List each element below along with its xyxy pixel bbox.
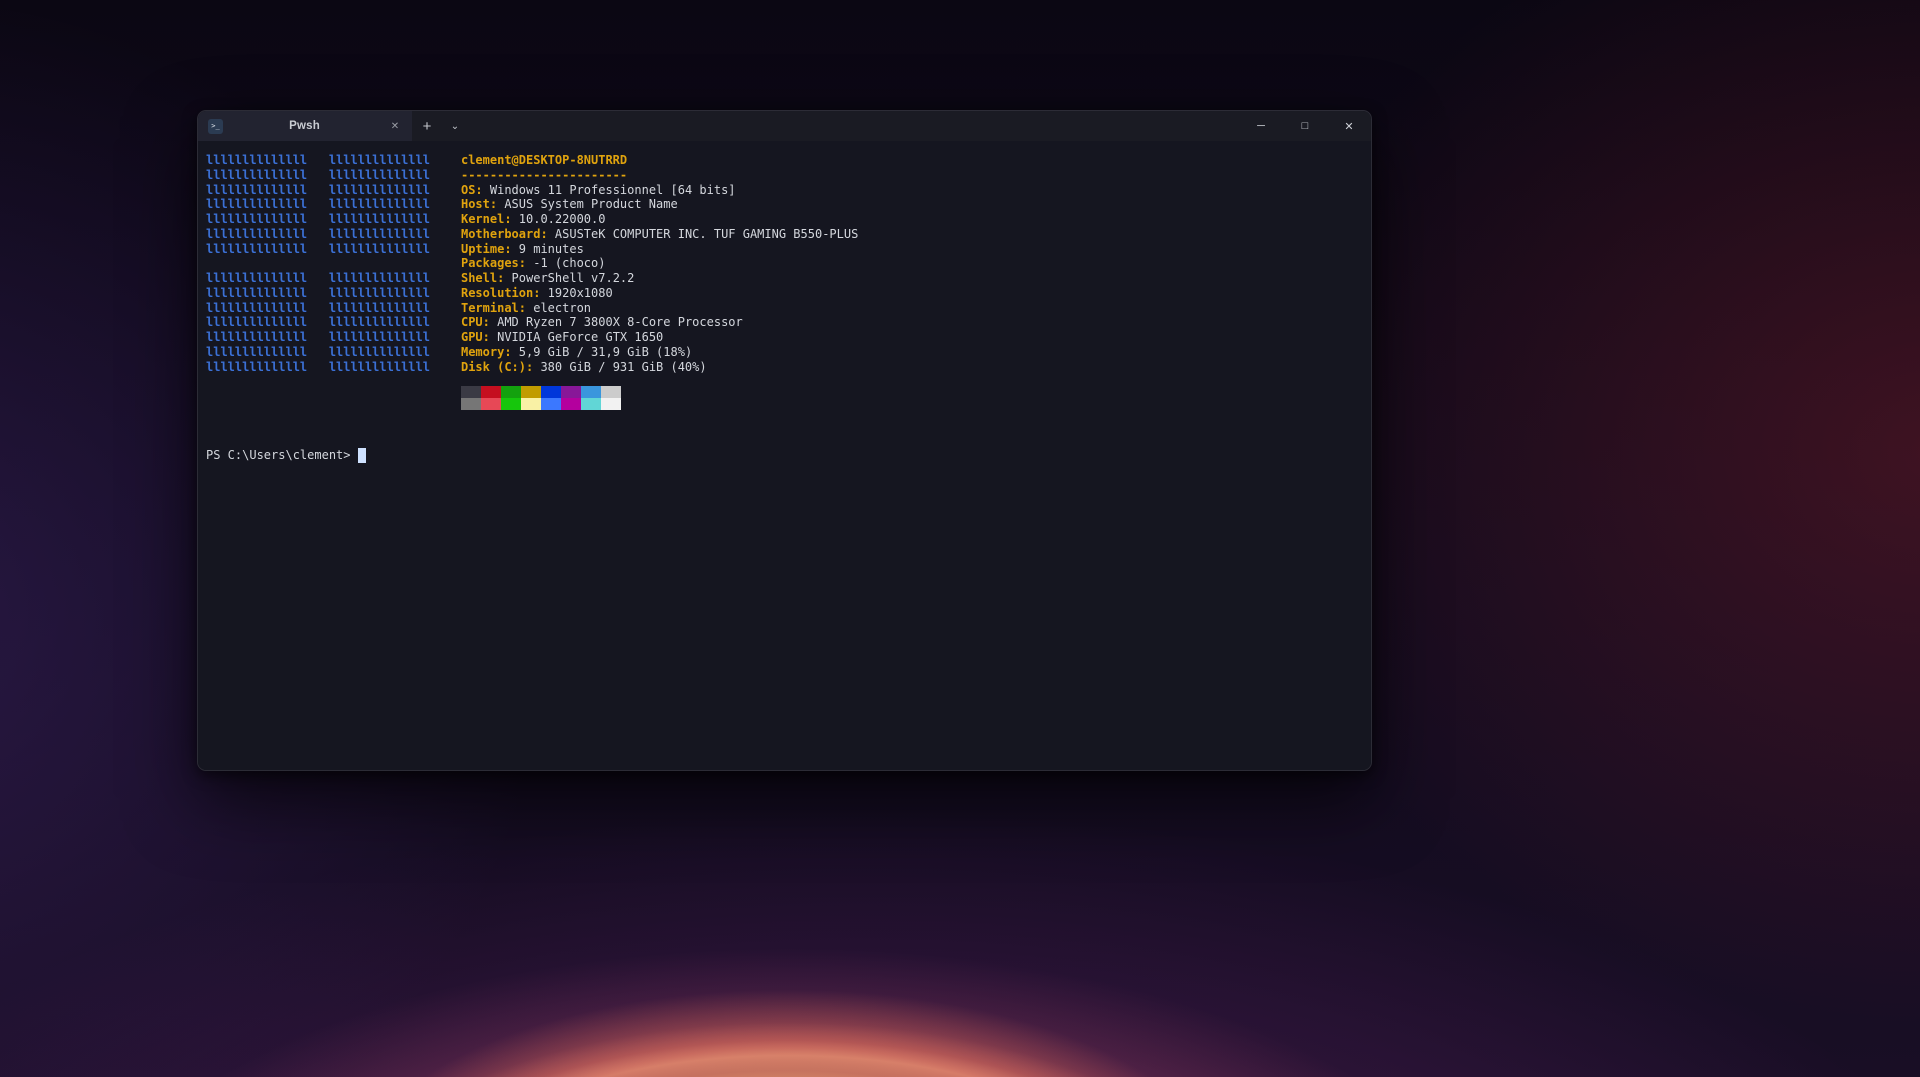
fetch-entry-label: Disk (C:): bbox=[461, 360, 533, 374]
tab-title: Pwsh bbox=[230, 120, 379, 132]
terminal-window: >_ Pwsh ✕ + ⌄ ─ □ ✕ llllllllllllll lllll… bbox=[197, 110, 1372, 771]
fetch-entry-value: 1920x1080 bbox=[540, 286, 612, 300]
fetch-entry: Memory: 5,9 GiB / 31,9 GiB (18%) bbox=[461, 345, 858, 360]
fetch-entry-value: AMD Ryzen 7 3800X 8-Core Processor bbox=[490, 315, 743, 329]
color-swatch bbox=[481, 398, 501, 410]
fetch-entry: Resolution: 1920x1080 bbox=[461, 286, 858, 301]
fetch-entry: Shell: PowerShell v7.2.2 bbox=[461, 271, 858, 286]
minimize-button[interactable]: ─ bbox=[1239, 111, 1283, 141]
fetch-entry-value: 9 minutes bbox=[512, 242, 584, 256]
color-swatch bbox=[461, 398, 481, 410]
fetch-entry: Kernel: 10.0.22000.0 bbox=[461, 212, 858, 227]
palette-row bbox=[461, 386, 858, 398]
fetch-entry: Packages: -1 (choco) bbox=[461, 256, 858, 271]
color-swatch bbox=[521, 386, 541, 398]
fetch-entry-label: Resolution: bbox=[461, 286, 540, 300]
fetch-entry-label: Uptime: bbox=[461, 242, 512, 256]
maximize-button[interactable]: □ bbox=[1283, 111, 1327, 141]
fetch-entry-label: OS: bbox=[461, 183, 483, 197]
new-tab-button[interactable]: + bbox=[412, 111, 442, 141]
color-swatch bbox=[601, 398, 621, 410]
tab-pwsh[interactable]: >_ Pwsh ✕ bbox=[198, 111, 412, 141]
system-info: clement@DESKTOP-8NUTRRD-----------------… bbox=[461, 153, 858, 410]
fetch-entry-label: CPU: bbox=[461, 315, 490, 329]
color-swatch bbox=[581, 386, 601, 398]
fetch-separator: ----------------------- bbox=[461, 168, 858, 183]
prompt-line: PS C:\Users\clement> bbox=[206, 448, 1363, 463]
fetch-entry-label: Shell: bbox=[461, 271, 504, 285]
fetch-entry-label: Host: bbox=[461, 197, 497, 211]
color-swatch bbox=[601, 386, 621, 398]
windows-logo-ascii: llllllllllllll llllllllllllll llllllllll… bbox=[206, 153, 430, 374]
palette-row bbox=[461, 398, 858, 410]
fetch-entry: Uptime: 9 minutes bbox=[461, 242, 858, 257]
fetch-entry-label: Motherboard: bbox=[461, 227, 548, 241]
fetch-entry-value: 380 GiB / 931 GiB (40%) bbox=[533, 360, 706, 374]
fetch-entry-label: Memory: bbox=[461, 345, 512, 359]
fetch-title: clement@DESKTOP-8NUTRRD bbox=[461, 153, 858, 168]
titlebar[interactable]: >_ Pwsh ✕ + ⌄ ─ □ ✕ bbox=[198, 111, 1371, 141]
fetch-entry-label: Terminal: bbox=[461, 301, 526, 315]
color-swatch bbox=[541, 386, 561, 398]
fetch-entry-value: ASUSTeK COMPUTER INC. TUF GAMING B550-PL… bbox=[548, 227, 859, 241]
fetch-entry-value: PowerShell v7.2.2 bbox=[504, 271, 634, 285]
terminal-color-palette bbox=[461, 386, 858, 410]
color-swatch bbox=[461, 386, 481, 398]
fetch-entry-value: Windows 11 Professionnel [64 bits] bbox=[483, 183, 736, 197]
fetch-entry: GPU: NVIDIA GeForce GTX 1650 bbox=[461, 330, 858, 345]
fetch-entry-label: Packages: bbox=[461, 256, 526, 270]
color-swatch bbox=[481, 386, 501, 398]
fetch-entry: Terminal: electron bbox=[461, 301, 858, 316]
fetch-entry-value: 5,9 GiB / 31,9 GiB (18%) bbox=[512, 345, 693, 359]
fetch-entry: Host: ASUS System Product Name bbox=[461, 197, 858, 212]
fetch-entry: OS: Windows 11 Professionnel [64 bits] bbox=[461, 183, 858, 198]
terminal-content[interactable]: llllllllllllll llllllllllllll llllllllll… bbox=[198, 141, 1371, 770]
fetch-entry-value: 10.0.22000.0 bbox=[512, 212, 606, 226]
color-swatch bbox=[501, 386, 521, 398]
color-swatch bbox=[581, 398, 601, 410]
color-swatch bbox=[541, 398, 561, 410]
close-button[interactable]: ✕ bbox=[1327, 111, 1371, 141]
fetch-entry-label: Kernel: bbox=[461, 212, 512, 226]
color-swatch bbox=[521, 398, 541, 410]
fetch-entry-value: electron bbox=[526, 301, 591, 315]
prompt-text: PS C:\Users\clement> bbox=[206, 448, 358, 463]
fetch-entry-value: ASUS System Product Name bbox=[497, 197, 678, 211]
fetch-entry-label: GPU: bbox=[461, 330, 490, 344]
color-swatch bbox=[501, 398, 521, 410]
fetch-entry: Disk (C:): 380 GiB / 931 GiB (40%) bbox=[461, 360, 858, 375]
fetch-entry-value: NVIDIA GeForce GTX 1650 bbox=[490, 330, 663, 344]
titlebar-drag-region[interactable] bbox=[468, 111, 1239, 141]
fetch-entry: CPU: AMD Ryzen 7 3800X 8-Core Processor bbox=[461, 315, 858, 330]
powershell-icon: >_ bbox=[208, 119, 223, 134]
color-swatch bbox=[561, 398, 581, 410]
tab-dropdown-button[interactable]: ⌄ bbox=[442, 111, 468, 141]
terminal-cursor bbox=[358, 448, 366, 463]
fetch-entry: Motherboard: ASUSTeK COMPUTER INC. TUF G… bbox=[461, 227, 858, 242]
color-swatch bbox=[561, 386, 581, 398]
fetch-entry-value: -1 (choco) bbox=[526, 256, 605, 270]
tab-close-icon[interactable]: ✕ bbox=[386, 121, 404, 132]
